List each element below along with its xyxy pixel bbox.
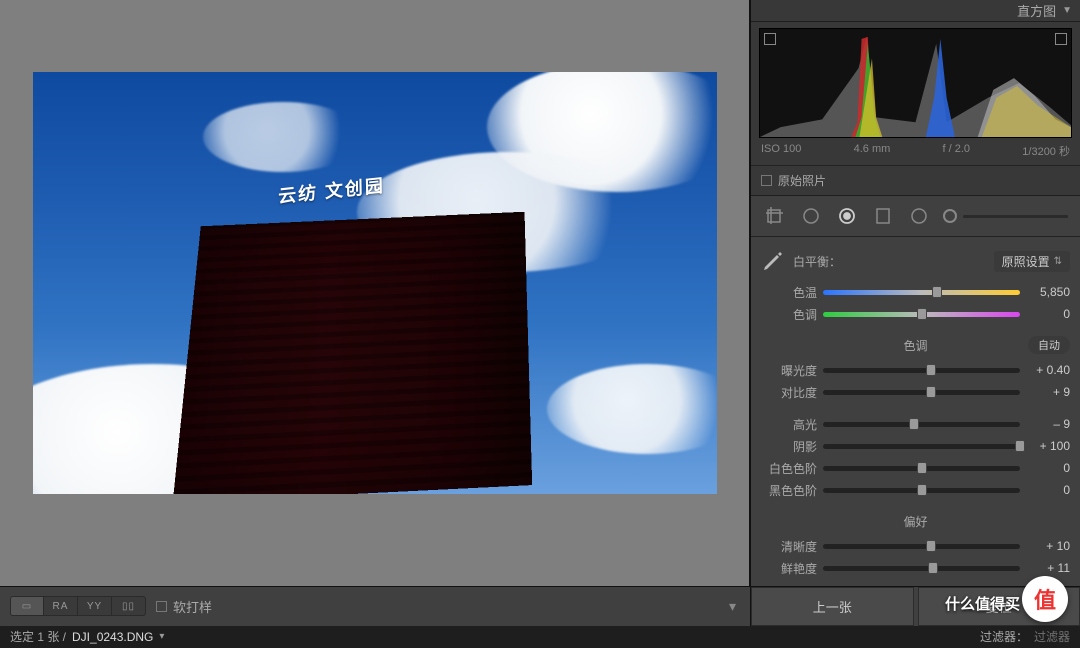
gradient-tool[interactable] (871, 204, 895, 228)
soft-proof-label: 软打样 (173, 597, 212, 616)
auto-tone-button[interactable]: 自动 (1028, 336, 1070, 354)
view-mode-compare-yy[interactable]: YY (78, 596, 112, 616)
white-balance-picker[interactable] (761, 249, 785, 273)
toolbar-dropdown-icon[interactable]: ▾ (729, 598, 736, 615)
image-canvas[interactable]: 云纺 文创园 (0, 0, 750, 586)
view-mode-compare-ra[interactable]: RA (44, 596, 78, 616)
filter-value[interactable]: 过滤器 (1034, 628, 1070, 645)
presence-section-header: 偏好 (761, 511, 1070, 531)
watermark-text: 什么值得买 (945, 593, 1020, 614)
chevron-down-icon[interactable]: ▾ (159, 631, 164, 642)
view-mode-survey[interactable]: ▯▯ (112, 596, 146, 616)
exif-shutter: 1/3200 秒 (1022, 143, 1070, 159)
brush-size-slider[interactable] (943, 209, 1068, 223)
crop-tool[interactable] (763, 204, 787, 228)
highlights-slider[interactable]: 高光 – 9 (761, 413, 1070, 435)
histogram-header[interactable]: 直方图 ▼ (751, 0, 1080, 22)
tint-slider[interactable]: 色调 0 (761, 303, 1070, 325)
exif-iso: ISO 100 (761, 143, 801, 159)
clarity-slider[interactable]: 清晰度 + 10 (761, 535, 1070, 557)
whites-slider[interactable]: 白色色阶 0 (761, 457, 1070, 479)
filename[interactable]: DJI_0243.DNG (72, 630, 153, 644)
blacks-slider[interactable]: 黑色色阶 0 (761, 479, 1070, 501)
radial-tool[interactable] (907, 204, 931, 228)
exposure-slider[interactable]: 曝光度 + 0.40 (761, 359, 1070, 381)
soft-proof-toggle[interactable]: 软打样 (156, 597, 212, 616)
original-photo-toggle[interactable]: 原始照片 (751, 165, 1080, 196)
contrast-slider[interactable]: 对比度 + 9 (761, 381, 1070, 403)
histogram-title: 直方图 (1017, 1, 1056, 20)
basic-panel: 白平衡： 原照设置 ⇅ 色温 5,850 色调 0 (751, 237, 1080, 586)
original-photo-label: 原始照片 (778, 172, 826, 189)
white-balance-preset[interactable]: 原照设置 ⇅ (994, 251, 1070, 272)
selection-count: 选定 1 张 / (10, 628, 66, 645)
spot-removal-tool[interactable] (799, 204, 823, 228)
local-adjust-tools (751, 196, 1080, 237)
checkbox-icon (156, 601, 167, 612)
view-mode-single[interactable]: ▭ (10, 596, 44, 616)
checkbox-icon (761, 175, 772, 186)
watermark-badge: 值 (1022, 576, 1068, 622)
exif-focal: 4.6 mm (854, 143, 891, 159)
exif-aperture: f / 2.0 (943, 143, 971, 159)
exif-row: ISO 100 4.6 mm f / 2.0 1/3200 秒 (759, 138, 1072, 161)
filter-label: 过滤器： (980, 628, 1028, 645)
brush-icon (943, 209, 957, 223)
view-mode-group: ▭ RA YY ▯▯ (10, 596, 146, 616)
triangle-down-icon: ▼ (1062, 5, 1072, 16)
histogram-display[interactable] (759, 28, 1072, 138)
vibrance-slider[interactable]: 鲜艳度 + 11 (761, 557, 1070, 579)
status-bar: 选定 1 张 / DJI_0243.DNG ▾ 过滤器： 过滤器 (0, 626, 1080, 648)
preview-image: 云纺 文创园 (33, 72, 717, 494)
previous-button[interactable]: 上一张 (751, 587, 914, 626)
redeye-tool[interactable] (835, 204, 859, 228)
tone-section-header: 色调 自动 (761, 335, 1070, 355)
canvas-toolbar: ▭ RA YY ▯▯ 软打样 ▾ (0, 586, 750, 626)
shadows-slider[interactable]: 阴影 + 100 (761, 435, 1070, 457)
chevron-updown-icon: ⇅ (1054, 256, 1062, 267)
white-balance-label: 白平衡： (793, 253, 986, 270)
temp-slider[interactable]: 色温 5,850 (761, 281, 1070, 303)
